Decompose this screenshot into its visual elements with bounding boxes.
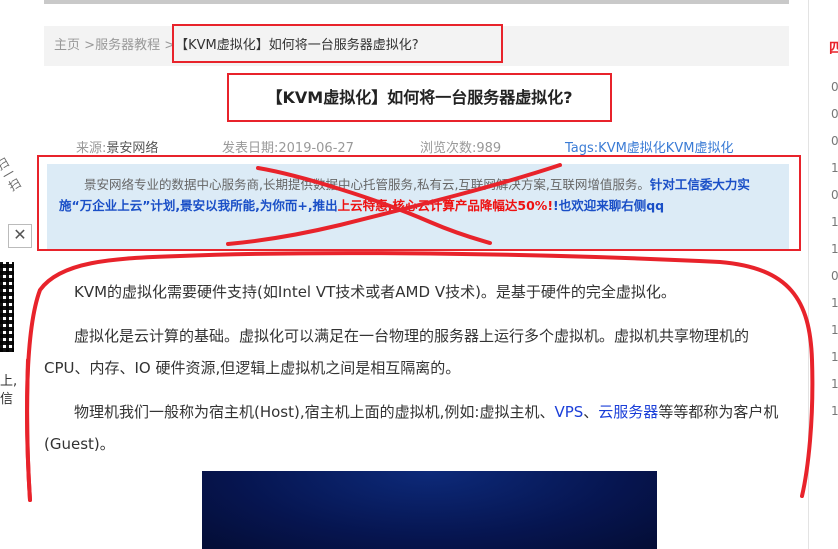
sidebar-number: 1 (831, 350, 838, 364)
sidebar-number: 0 (831, 107, 838, 121)
breadcrumb-separator: > (84, 38, 96, 53)
qr-code-icon (0, 262, 14, 352)
page-title: 【KVM虚拟化】如何将一台服务器虚拟化? (227, 73, 612, 122)
meta-date-label: 发表日期: (222, 141, 279, 156)
sidebar-number: 1 (831, 215, 838, 229)
sidebar-number: 1 (831, 377, 838, 391)
paragraph-3-text: 物理机我们一般称为宿主机(Host),宿主机上面的虚拟机,例如:虚拟主机、 (74, 403, 555, 421)
sidebar-number: 1 (831, 323, 838, 337)
meta-views-value: 989 (476, 141, 502, 156)
sidebar-number: 1 (831, 242, 838, 256)
sidebar-number: 0 (831, 134, 838, 148)
annotation-box-intro (37, 155, 801, 251)
sidebar-number: 0 (831, 188, 838, 202)
paragraph-3: 物理机我们一般称为宿主机(Host),宿主机上面的虚拟机,例如:虚拟主机、VPS… (44, 396, 789, 460)
sidebar-number: 0 (831, 269, 838, 283)
annotation-box-breadcrumb (172, 24, 503, 63)
close-icon[interactable]: ✕ (8, 224, 32, 248)
sidebar-heading: 四 (829, 41, 838, 57)
floating-qr-widget: 扫一扫 ✕ 上, 信 (0, 0, 44, 549)
scan-label: 扫一扫 (0, 155, 24, 194)
paragraph-3-sep: 、 (583, 403, 599, 421)
right-sidebar: 四 0 0 0 1 0 1 1 0 1 1 1 1 1 (808, 0, 838, 549)
meta-date: 发表日期:2019-06-27 (222, 137, 354, 156)
meta-date-value: 2019-06-27 (278, 141, 354, 156)
paragraph-1: KVM的虚拟化需要硬件支持(如Intel VT技术或者AMD V技术)。是基于硬… (74, 283, 676, 301)
breadcrumb-section-link[interactable]: 服务器教程 (95, 38, 160, 53)
meta-tags-label: Tags: (565, 141, 599, 156)
paragraph-2: 虚拟化是云计算的基础。虚拟化可以满足在一台物理的服务器上运行多个虚拟机。虚拟机共… (44, 327, 750, 377)
meta-views-label: 浏览次数: (420, 141, 477, 156)
meta-source: 来源:景安网络 (76, 137, 158, 156)
meta-tags: Tags:KVM虚拟化KVM虚拟化 (565, 137, 733, 156)
meta-source-value: 景安网络 (106, 141, 159, 156)
article-image (202, 471, 657, 549)
sidebar-number: 1 (831, 404, 838, 418)
sidebar-number: 1 (831, 296, 838, 310)
meta-tags-link[interactable]: KVM虚拟化KVM虚拟化 (598, 141, 733, 156)
article-main: 主页 >服务器教程 >【KVM虚拟化】如何将一台服务器虚拟化? 【KVM虚拟化】… (37, 0, 801, 549)
meta-views: 浏览次数:989 (420, 137, 501, 156)
sidebar-number: 1 (831, 161, 838, 175)
breadcrumb-home-link[interactable]: 主页 (54, 38, 80, 53)
cloud-server-link[interactable]: 云服务器 (598, 403, 658, 421)
meta-source-label: 来源: (76, 141, 107, 156)
side-text-2: 信 (0, 392, 14, 407)
sidebar-number: 0 (831, 80, 838, 94)
vps-link[interactable]: VPS (554, 403, 583, 421)
side-text-1: 上, (0, 374, 18, 389)
